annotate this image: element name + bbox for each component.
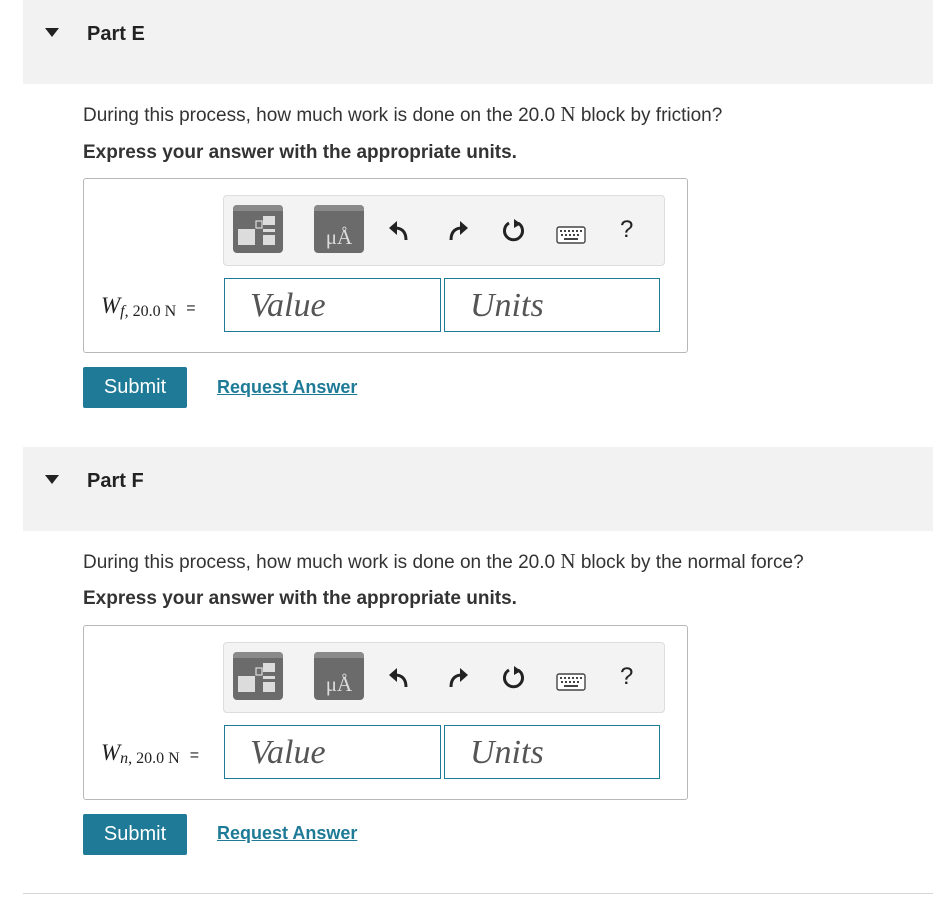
undo-icon[interactable] — [386, 218, 412, 244]
help-icon[interactable]: ? — [620, 665, 633, 689]
request-answer-link[interactable]: Request Answer — [217, 377, 357, 398]
submit-button[interactable]: Submit — [83, 367, 187, 408]
instruction-text: Express your answer with the appropriate… — [83, 142, 517, 163]
units-button[interactable]: μÅ — [314, 652, 364, 700]
divider — [23, 893, 933, 894]
part-header: Part E — [23, 0, 933, 84]
variable-label: Wf, 20.0 N = — [101, 293, 196, 320]
math-toolbar: μÅ ? — [223, 195, 665, 266]
variable-label: Wn, 20.0 N = — [101, 740, 200, 767]
collapse-toggle-icon[interactable] — [45, 475, 59, 484]
keyboard-icon[interactable] — [556, 673, 586, 691]
answer-box: μÅ ? — [83, 178, 688, 353]
collapse-toggle-icon[interactable] — [45, 28, 59, 37]
templates-button[interactable] — [233, 205, 283, 253]
units-icon: μÅ — [325, 672, 353, 696]
part-title: Part E — [87, 23, 145, 45]
undo-icon[interactable] — [386, 665, 412, 691]
submit-button[interactable]: Submit — [83, 814, 187, 855]
units-button[interactable]: μÅ — [314, 205, 364, 253]
keyboard-icon[interactable] — [556, 226, 586, 244]
templates-icon — [238, 216, 275, 245]
part-title: Part F — [87, 470, 144, 492]
help-icon[interactable]: ? — [620, 218, 633, 242]
request-answer-link[interactable]: Request Answer — [217, 823, 357, 844]
redo-icon[interactable] — [445, 218, 471, 244]
reset-icon[interactable] — [501, 218, 527, 244]
answer-box: μÅ ? — [83, 625, 688, 800]
instruction-text: Express your answer with the appropriate… — [83, 588, 517, 609]
math-toolbar: μÅ ? — [223, 642, 665, 713]
redo-icon[interactable] — [445, 665, 471, 691]
units-input[interactable]: Units — [444, 278, 660, 332]
value-input[interactable]: Value — [224, 278, 441, 332]
question-text: During this process, how much work is do… — [83, 549, 804, 573]
reset-icon[interactable] — [501, 665, 527, 691]
templates-icon — [238, 663, 275, 692]
part-header: Part F — [23, 447, 933, 531]
units-icon: μÅ — [325, 225, 353, 249]
units-input[interactable]: Units — [444, 725, 660, 779]
templates-button[interactable] — [233, 652, 283, 700]
value-input[interactable]: Value — [224, 725, 441, 779]
question-text: During this process, how much work is do… — [83, 102, 723, 126]
